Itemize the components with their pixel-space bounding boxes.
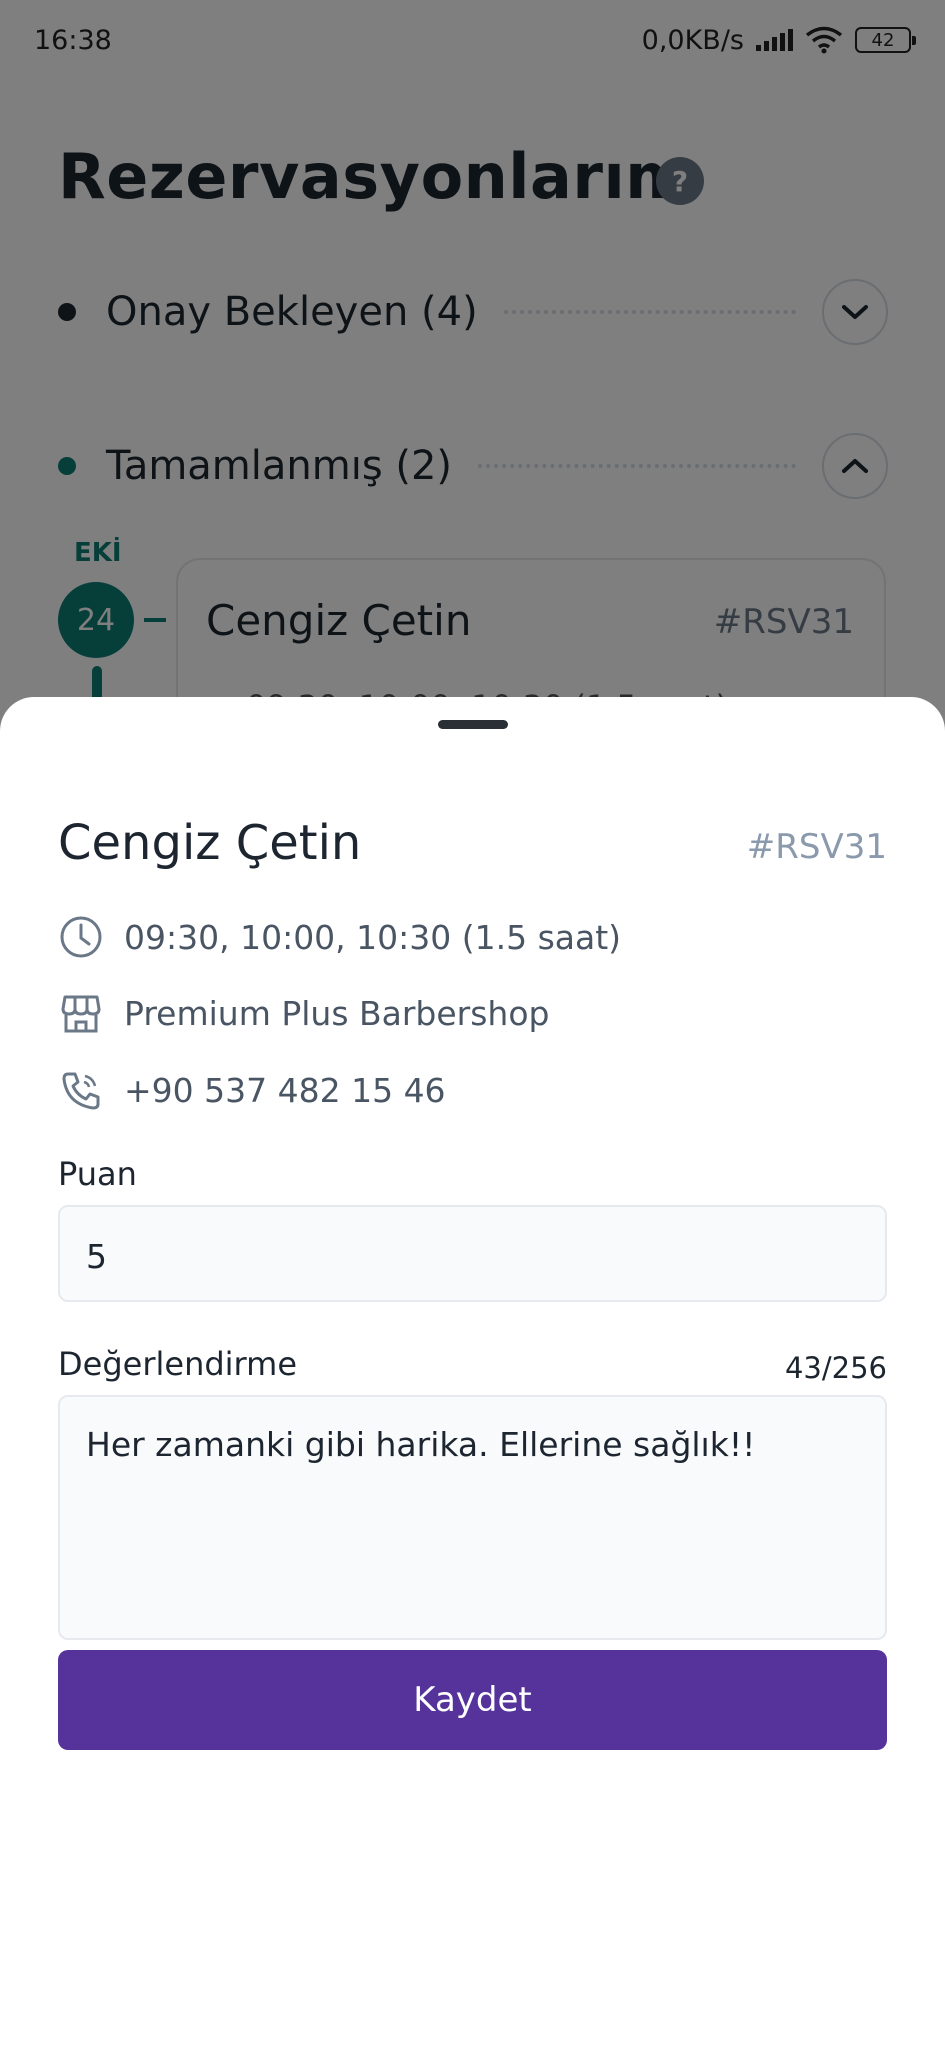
reservation-code: #RSV31 <box>746 827 887 867</box>
phone-icon <box>58 1067 104 1113</box>
review-textarea[interactable]: Her zamanki gibi harika. Ellerine sağlık… <box>58 1395 887 1640</box>
store-icon <box>58 990 104 1036</box>
save-button[interactable]: Kaydet <box>58 1650 887 1750</box>
review-text: Her zamanki gibi harika. Ellerine sağlık… <box>86 1425 756 1464</box>
rating-input[interactable]: 5 <box>58 1205 887 1302</box>
time-row: 09:30, 10:00, 10:30 (1.5 saat) <box>58 912 621 962</box>
phone-number[interactable]: +90 537 482 15 46 <box>124 1071 446 1110</box>
phone-row[interactable]: +90 537 482 15 46 <box>58 1065 446 1115</box>
rating-value: 5 <box>86 1237 107 1276</box>
review-bottom-sheet: Cengiz Çetin #RSV31 09:30, 10:00, 10:30 … <box>0 697 945 2048</box>
time-text: 09:30, 10:00, 10:30 (1.5 saat) <box>124 917 622 957</box>
shop-name: Premium Plus Barbershop <box>124 993 550 1033</box>
drag-handle[interactable] <box>438 720 508 729</box>
shop-row: Premium Plus Barbershop <box>58 988 550 1038</box>
customer-name: Cengiz Çetin <box>58 815 362 871</box>
character-counter: 43/256 <box>784 1351 887 1385</box>
review-label: Değerlendirme <box>58 1345 297 1383</box>
clock-icon <box>58 914 104 960</box>
rating-label: Puan <box>58 1155 137 1193</box>
